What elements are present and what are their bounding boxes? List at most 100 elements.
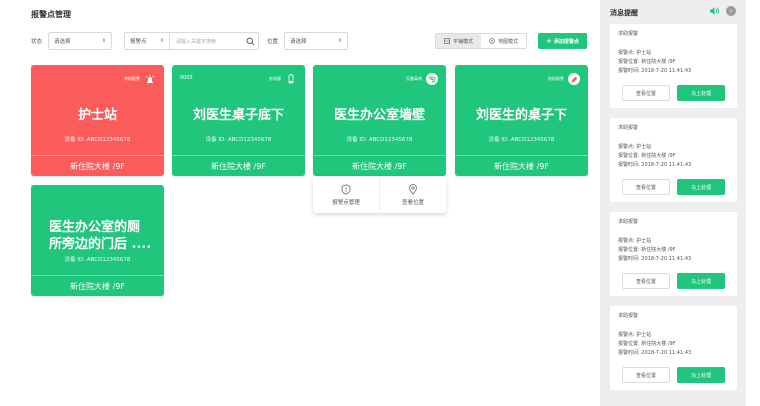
location-select-value: 请选择 <box>290 39 307 45</box>
message-point: 报警点: 护士站 <box>618 238 652 244</box>
view-location-button[interactable]: 查看位置 <box>622 273 670 289</box>
card-device-id: 设备 ID: ABCD12345678 <box>64 257 131 263</box>
manage-alarm-point-button[interactable]: 报警点管理 <box>313 176 379 213</box>
close-icon[interactable]: › <box>726 6 736 16</box>
card-action-menu: 报警点管理 查看位置 <box>313 176 446 213</box>
message-card: 求助报警 报警点: 护士站 报警位置: 新住院大楼 /9F 报警时间: 2018… <box>610 118 737 202</box>
alarm-point-card[interactable]: 0003 低电量 刘医生桌子底下 设备 ID: ABCD12345678 新住院… <box>172 65 305 176</box>
message-time: 报警时间: 2018-7-20 11:41:43 <box>618 68 692 74</box>
message-panel: 消息提醒 › 求助报警 报警点: 护士站 报警位置: 新住院大楼 /9F 报警时… <box>600 0 746 406</box>
message-time: 报警时间: 2018-7-20 11:41:43 <box>618 350 692 356</box>
card-location: 新住院大楼 /9F <box>31 155 164 176</box>
status-select[interactable]: 请选择 ⬍ <box>48 32 113 50</box>
message-location: 报警位置: 新住院大楼 /9F <box>618 341 676 347</box>
view-mode-toggle: 平铺模式 地图模式 <box>435 33 528 49</box>
add-alarm-point-label: 添加报警点 <box>553 38 579 45</box>
card-title: 刘医生桌子底下 <box>192 108 284 123</box>
card-badge: 设备离线 <box>406 73 438 85</box>
card-badge: 防拆报警 <box>548 73 580 85</box>
status-label: 状态 <box>31 39 43 45</box>
message-time: 报警时间: 2018-7-20 11:41:43 <box>618 162 692 168</box>
card-badge: 低电量 <box>269 73 297 85</box>
page-title: 报警点管理 <box>31 10 71 19</box>
search-icon[interactable] <box>242 33 258 49</box>
message-location: 报警位置: 新住院大楼 /9F <box>618 153 676 159</box>
map-mode-label: 地图模式 <box>498 38 519 45</box>
message-type: 求助报警 <box>618 31 639 37</box>
card-device-id: 设备 ID: ABCD12345678 <box>205 137 272 143</box>
caret-icon: ⬍ <box>101 38 107 44</box>
card-title: 医生办公室的厕 所旁边的门后 .... <box>37 219 158 253</box>
grid-icon <box>444 38 450 44</box>
map-mode-button[interactable]: 地图模式 <box>481 34 526 48</box>
panel-title: 消息提醒 <box>610 9 638 17</box>
location-label: 位置 <box>267 39 279 45</box>
message-location: 报警位置: 新住院大楼 /9F <box>618 59 676 65</box>
card-location: 新住院大楼 /9F <box>455 155 588 176</box>
view-location-label: 查看位置 <box>401 199 424 206</box>
view-location-button[interactable]: 查看位置 <box>622 85 670 101</box>
search-type-select[interactable]: 报警点 ⬍ <box>125 33 171 49</box>
badge-label: 求助报警 <box>124 76 140 81</box>
card-title-line: 所旁边的门后 .... <box>49 237 152 252</box>
alarm-point-card[interactable]: 求助报警 护士站 设备 ID: ABCD12345678 新住院大楼 /9F <box>31 65 164 176</box>
handle-now-button[interactable]: 马上处理 <box>677 85 725 101</box>
badge-label: 设备离线 <box>406 76 422 81</box>
card-location: 新住院大楼 /9F <box>172 155 305 176</box>
handle-now-button[interactable]: 马上处理 <box>677 367 725 383</box>
card-device-id: 设备 ID: ABCD12345678 <box>346 137 413 143</box>
card-title: 刘医生的桌子下 <box>475 108 567 123</box>
card-title-line: 医生办公室的厕 <box>49 220 141 235</box>
location-pin-icon <box>409 183 417 195</box>
card-location: 新住院大楼 /9F <box>31 275 164 296</box>
message-type: 求助报警 <box>618 125 639 131</box>
card-location: 新住院大楼 /9F <box>313 155 446 176</box>
filter-bar: 状态 请选择 ⬍ 报警点 ⬍ 请输入关键字搜索 位置 请选择 ⬍ <box>31 32 349 50</box>
speaker-icon[interactable] <box>708 5 720 17</box>
card-device-id: 设备 ID: ABCD12345678 <box>488 137 555 143</box>
tile-mode-label: 平铺模式 <box>453 38 474 45</box>
add-alarm-point-button[interactable]: + 添加报警点 <box>538 33 587 49</box>
message-card: 求助报警 报警点: 护士站 报警位置: 新住院大楼 /9F 报警时间: 2018… <box>610 306 737 390</box>
search-input[interactable]: 请输入关键字搜索 <box>170 38 242 45</box>
search-group: 报警点 ⬍ 请输入关键字搜索 <box>124 32 260 50</box>
plus-icon: + <box>546 37 552 45</box>
tile-mode-button[interactable]: 平铺模式 <box>436 34 482 48</box>
caret-icon: ⬍ <box>337 38 343 44</box>
wifi-off-icon <box>426 73 438 85</box>
caret-icon: ⬍ <box>159 38 165 44</box>
card-badge: 求助报警 <box>124 73 156 85</box>
message-card: 求助报警 报警点: 护士站 报警位置: 新住院大楼 /9F 报警时间: 2018… <box>610 212 737 296</box>
message-location: 报警位置: 新住院大楼 /9F <box>618 247 676 253</box>
view-location-button[interactable]: 查看位置 <box>622 367 670 383</box>
message-time: 报警时间: 2018-7-20 11:41:43 <box>618 256 692 262</box>
message-point: 报警点: 护士站 <box>618 144 652 150</box>
message-type: 求助报警 <box>618 219 639 225</box>
card-number: 0003 <box>180 75 193 81</box>
tamper-icon <box>568 73 580 85</box>
search-type-value: 报警点 <box>130 39 147 45</box>
view-location-button[interactable]: 查看位置 <box>622 179 670 195</box>
card-device-id: 设备 ID: ABCD12345678 <box>64 137 131 143</box>
shield-alert-icon <box>341 183 351 195</box>
message-card: 求助报警 报警点: 护士站 报警位置: 新住院大楼 /9F 报警时间: 2018… <box>610 24 737 108</box>
status-select-value: 请选择 <box>54 39 71 45</box>
map-icon <box>489 38 495 44</box>
card-title: 医生办公室墙壁 <box>333 108 425 123</box>
battery-icon <box>285 73 297 85</box>
badge-label: 低电量 <box>269 76 281 81</box>
siren-icon <box>144 73 156 85</box>
alarm-point-card[interactable]: 设备离线 医生办公室墙壁 设备 ID: ABCD12345678 新住院大楼 /… <box>313 65 446 176</box>
message-point: 报警点: 护士站 <box>618 50 652 56</box>
badge-label: 防拆报警 <box>548 76 564 81</box>
handle-now-button[interactable]: 马上处理 <box>677 179 725 195</box>
view-location-button[interactable]: 查看位置 <box>379 176 446 213</box>
card-title: 护士站 <box>77 108 117 123</box>
message-type: 求助报警 <box>618 313 639 319</box>
alarm-point-card[interactable]: 防拆报警 刘医生的桌子下 设备 ID: ABCD12345678 新住院大楼 /… <box>455 65 588 176</box>
location-select[interactable]: 请选择 ⬍ <box>284 32 349 50</box>
manage-alarm-point-label: 报警点管理 <box>332 199 360 206</box>
handle-now-button[interactable]: 马上处理 <box>677 273 725 289</box>
alarm-point-card[interactable]: 医生办公室的厕 所旁边的门后 .... 设备 ID: ABCD12345678 … <box>31 185 164 296</box>
message-point: 报警点: 护士站 <box>618 332 652 338</box>
